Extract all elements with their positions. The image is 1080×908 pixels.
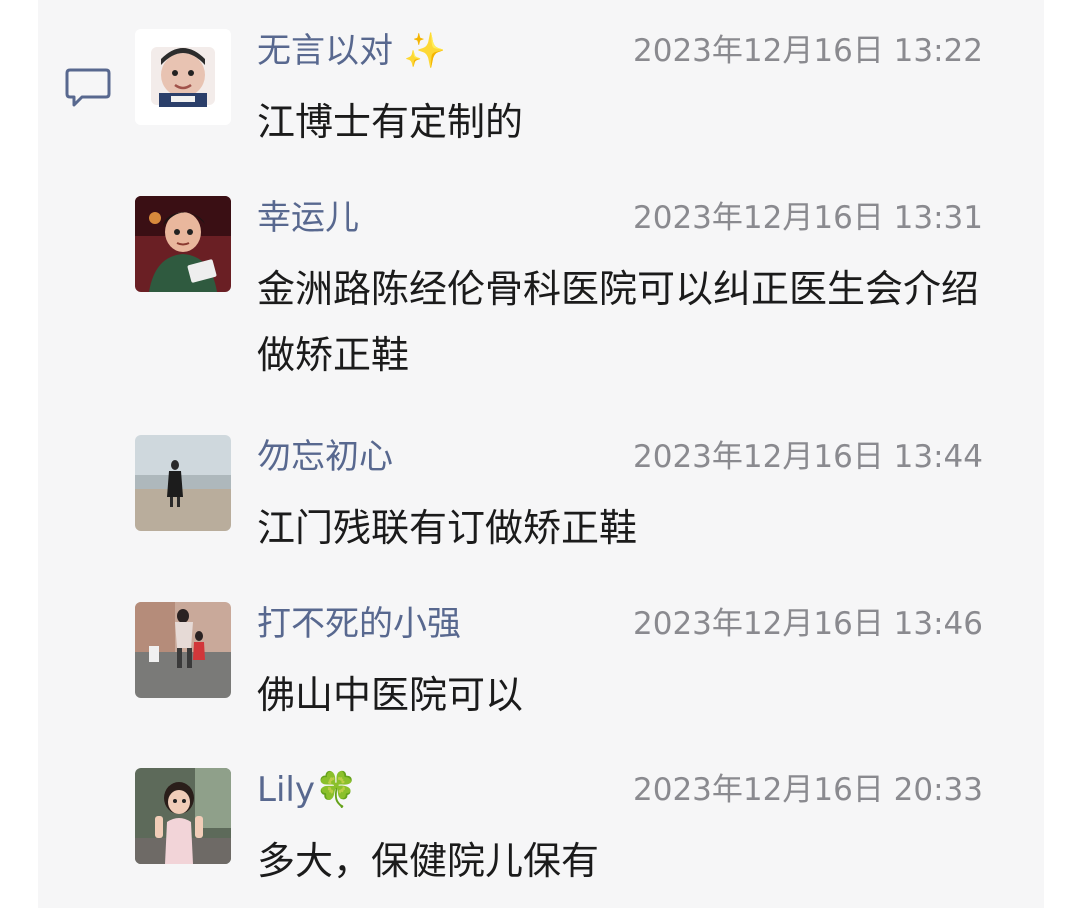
cartoon-woman-avatar[interactable] — [135, 196, 231, 292]
comment-timestamp: 2023年12月16日 13:46 — [633, 606, 983, 642]
commenter-name-text: Lily — [257, 770, 315, 810]
baby-face-avatar[interactable] — [135, 29, 231, 125]
commenter-name[interactable]: 幸运儿 — [257, 196, 359, 240]
girl-photo-avatar[interactable] — [135, 768, 231, 864]
comment-text[interactable]: 金洲路陈经伦骨科医院可以纠正医生会介绍做矫正鞋 — [257, 256, 997, 388]
clover-icon: 🍀 — [314, 770, 358, 810]
comment-timestamp: 2023年12月16日 13:44 — [633, 439, 983, 475]
comment-timestamp: 2023年12月16日 13:31 — [633, 200, 983, 236]
commenter-name[interactable]: 打不死的小强 — [257, 602, 461, 646]
commenter-name-text: 无言以对 — [257, 31, 393, 71]
commenter-name[interactable]: 勿忘初心 — [257, 435, 393, 479]
comment-text[interactable]: 江门残联有订做矫正鞋 — [257, 495, 997, 561]
comment-icon[interactable] — [64, 66, 112, 110]
sparkle-icon: ✨ — [403, 31, 447, 71]
comment-text[interactable]: 江博士有定制的 — [257, 89, 997, 155]
beach-person-avatar[interactable] — [135, 435, 231, 531]
comment-timestamp: 2023年12月16日 20:33 — [633, 772, 983, 808]
street-people-avatar[interactable] — [135, 602, 231, 698]
comment-text[interactable]: 佛山中医院可以 — [257, 662, 997, 728]
comment-text[interactable]: 多大，保健院儿保有 — [257, 828, 997, 894]
commenter-name[interactable]: 无言以对 ✨ — [257, 29, 446, 73]
comment-timestamp: 2023年12月16日 13:22 — [633, 33, 983, 69]
commenter-name[interactable]: Lily🍀 — [257, 768, 357, 812]
